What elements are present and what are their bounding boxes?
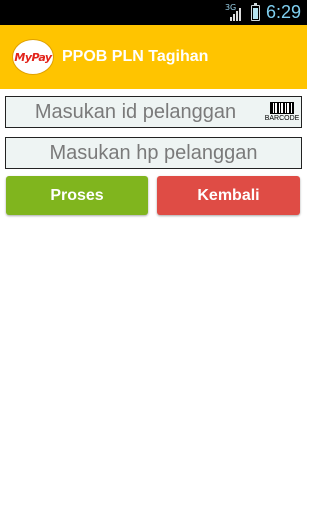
signal-bar (232, 13, 235, 21)
signal-bar (238, 7, 241, 21)
status-bar: 3G 6:29 (0, 0, 307, 25)
signal-bars (229, 7, 241, 21)
app-logo[interactable]: MyPay (12, 39, 54, 75)
app-title: PPOB PLN Tagihan (62, 48, 209, 65)
customer-id-input[interactable] (6, 97, 301, 127)
battery-icon (250, 2, 260, 21)
customer-phone-input[interactable] (6, 138, 301, 168)
signal-bar (229, 16, 232, 21)
kembali-label: Kembali (197, 186, 260, 204)
status-icons: 3G 6:29 (225, 0, 301, 25)
proses-button[interactable]: Proses (6, 176, 148, 215)
clock: 6:29 (265, 2, 301, 22)
battery-fill (252, 7, 258, 19)
action-bar: MyPay PPOB PLN Tagihan (0, 25, 307, 89)
signal-icon: 3G (225, 3, 245, 22)
barcode-label: BARCODE (264, 115, 300, 122)
proses-label: Proses (50, 186, 104, 204)
barcode-icon (270, 102, 294, 114)
barcode-scan-button[interactable]: BARCODE (264, 100, 300, 124)
kembali-button[interactable]: Kembali (157, 176, 300, 215)
customer-id-field[interactable]: BARCODE (5, 96, 302, 128)
customer-phone-field[interactable] (5, 137, 302, 169)
signal-bar (235, 10, 238, 21)
logo-text: MyPay (14, 50, 52, 64)
